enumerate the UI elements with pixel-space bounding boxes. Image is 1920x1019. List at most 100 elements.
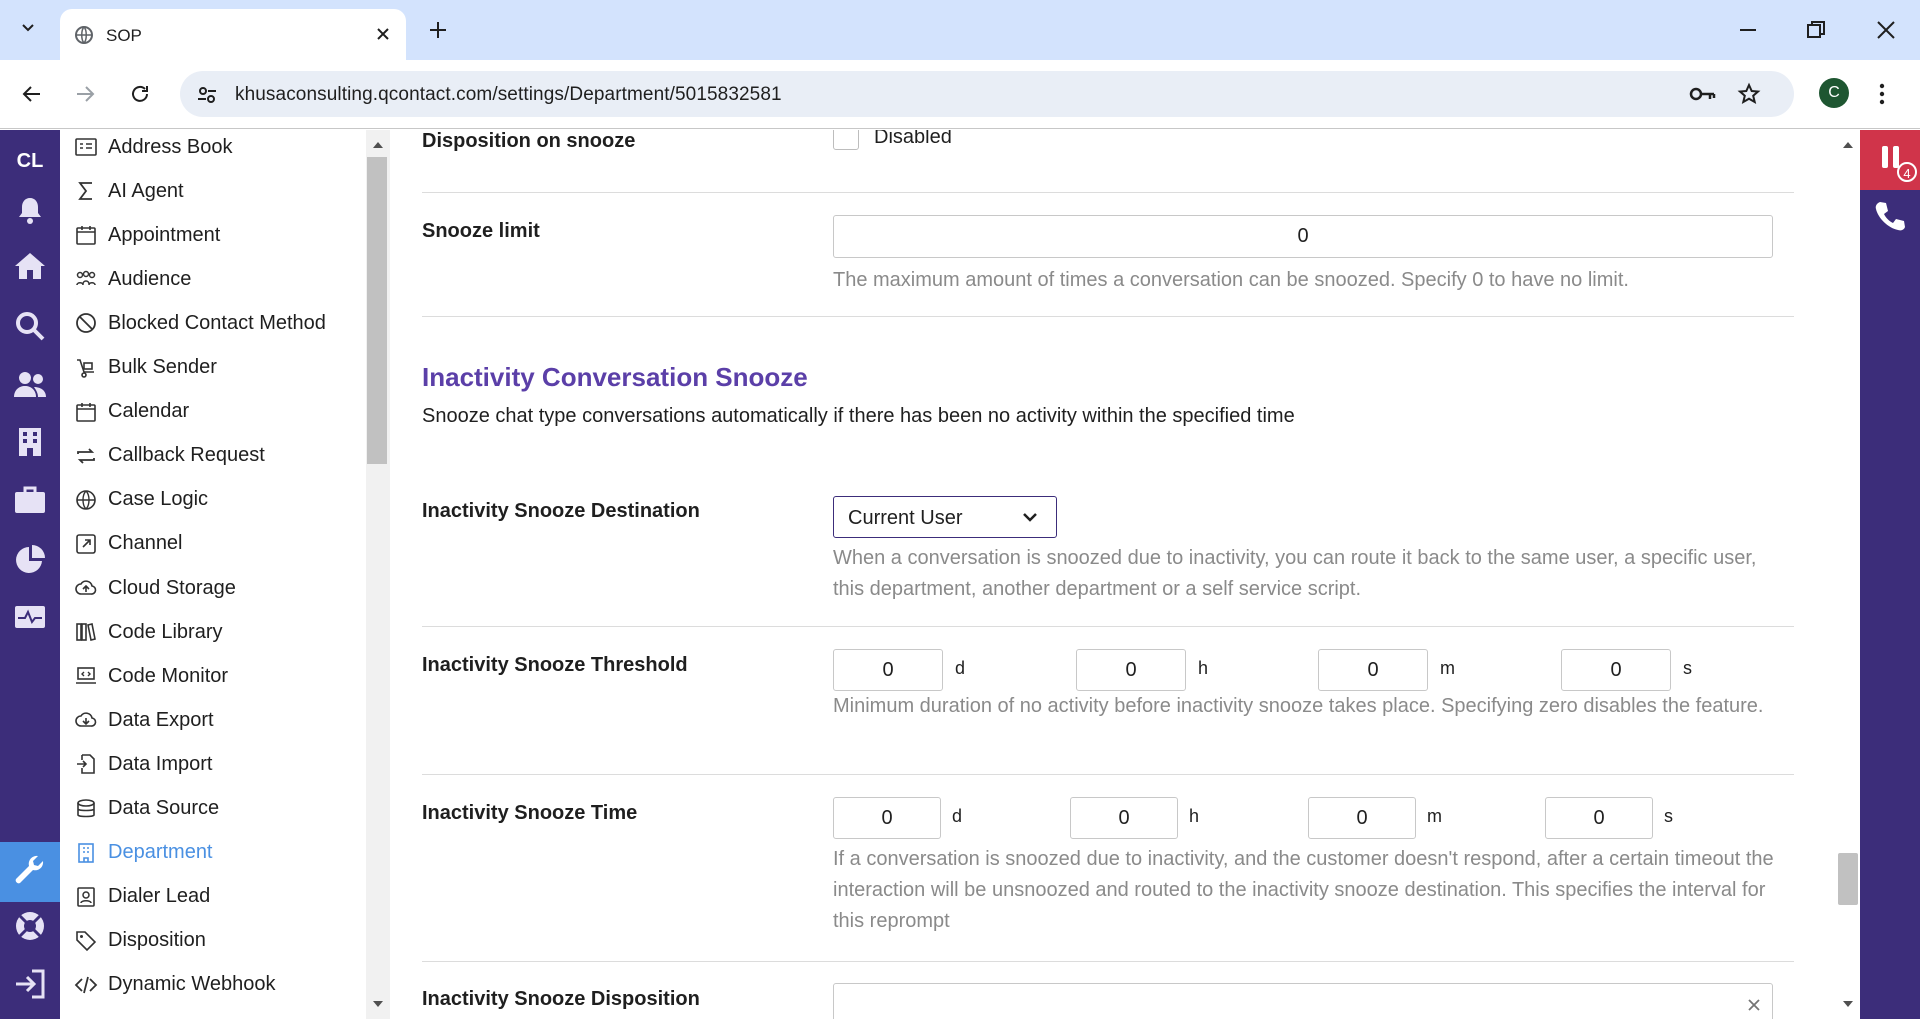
snooze-limit-input[interactable]: 0 [833, 215, 1773, 258]
sidebar-item-calendar[interactable]: Calendar [74, 397, 189, 427]
sidebar-item-dynamic-webhook[interactable]: Dynamic Webhook [74, 970, 275, 1000]
snooze-time-hours-input[interactable]: 0 [1070, 797, 1178, 839]
sidebar-item-label: Cloud Storage [108, 576, 236, 599]
logout-icon[interactable] [12, 966, 48, 1002]
disposition-select[interactable] [833, 983, 1773, 1019]
app-logo[interactable]: CL [0, 150, 60, 173]
sidebar-item-data-export[interactable]: Data Export [74, 705, 214, 735]
close-tab-icon[interactable] [372, 23, 394, 45]
back-icon[interactable] [20, 82, 44, 106]
sigma-icon [74, 179, 98, 203]
bell-icon[interactable] [12, 192, 48, 228]
threshold-help: Minimum duration of no activity before i… [833, 695, 1764, 717]
sidebar-item-label: Channel [108, 532, 183, 555]
restore-icon[interactable] [1804, 18, 1828, 42]
sidebar-item-label: Department [108, 841, 213, 864]
section-title: Inactivity Conversation Snooze [422, 362, 808, 392]
notification-badge: 4 [1897, 162, 1917, 182]
destination-select[interactable]: Current User [833, 496, 1057, 538]
sidebar-item-callback-request[interactable]: Callback Request [74, 441, 265, 471]
days-unit: d [952, 806, 963, 826]
minimize-icon[interactable] [1736, 18, 1760, 42]
profile-avatar[interactable]: C [1819, 78, 1849, 108]
books-icon [74, 620, 98, 644]
site-info-icon[interactable] [196, 84, 218, 106]
briefcase-icon[interactable] [12, 482, 48, 518]
sidebar-item-bulk-sender[interactable]: Bulk Sender [74, 353, 217, 383]
sidebar-item-appointment[interactable]: Appointment [74, 220, 220, 250]
globe-icon [74, 25, 94, 45]
threshold-hours-input[interactable]: 0 [1076, 649, 1186, 691]
bookmark-star-icon[interactable] [1737, 82, 1761, 106]
snooze-time-help: If a conversation is snoozed due to inac… [833, 848, 1774, 932]
pause-status-button[interactable]: 4 [1860, 130, 1920, 190]
pie-chart-icon[interactable] [12, 542, 48, 578]
calendar-icon [74, 223, 98, 247]
main-scroll-thumb[interactable] [1838, 853, 1858, 905]
address-book-icon [74, 135, 98, 159]
sidebar-item-label: Case Logic [108, 488, 209, 511]
sidebar-item-blocked-contact-method[interactable]: Blocked Contact Method [74, 308, 326, 338]
disposition-on-snooze-checkbox[interactable] [833, 130, 859, 150]
sidebar-item-label: Audience [108, 267, 192, 290]
settings-rail-active[interactable] [0, 842, 60, 902]
browser-menu-icon[interactable] [1878, 82, 1886, 106]
forward-icon[interactable] [73, 82, 97, 106]
dolly-icon [74, 356, 98, 380]
divider [422, 192, 1794, 193]
hours-unit: h [1198, 658, 1209, 678]
sidebar-item-ai-agent[interactable]: AI Agent [74, 176, 184, 206]
tab-title: SOP [106, 26, 142, 45]
sidebar-item-dialer-lead[interactable]: Dialer Lead [74, 882, 210, 912]
sidebar-item-department[interactable]: Department [74, 838, 213, 868]
sidebar-item-case-logic[interactable]: Case Logic [74, 485, 208, 515]
clear-icon[interactable] [1746, 997, 1762, 1013]
building-icon[interactable] [12, 424, 48, 460]
sidebar-item-cloud-storage[interactable]: Cloud Storage [74, 573, 236, 603]
snooze-time-seconds-input[interactable]: 0 [1545, 797, 1653, 839]
new-tab-icon[interactable] [426, 18, 450, 42]
sidebar-item-label: Bulk Sender [108, 356, 217, 378]
sidebar-item-label: Calendar [108, 400, 190, 423]
cloud-download-icon [74, 708, 98, 732]
block-icon [74, 311, 98, 335]
divider [422, 774, 1794, 775]
sidebar-item-code-library[interactable]: Code Library [74, 617, 223, 647]
sidebar-item-label: Callback Request [108, 444, 265, 467]
users-icon[interactable] [12, 366, 48, 402]
threshold-days-input[interactable]: 0 [833, 649, 943, 691]
reload-icon[interactable] [128, 82, 152, 106]
close-window-icon[interactable] [1874, 18, 1898, 42]
calendar-icon [74, 400, 98, 424]
address-bar[interactable]: khusaconsulting.qcontact.com/settings/De… [180, 71, 1794, 117]
sidebar-item-channel[interactable]: Channel [74, 529, 183, 559]
seconds-unit: s [1664, 806, 1673, 826]
monitor-pulse-icon[interactable] [12, 600, 48, 636]
external-link-icon [74, 532, 98, 556]
home-icon[interactable] [12, 248, 48, 284]
sidebar-item-data-source[interactable]: Data Source [74, 794, 219, 824]
password-key-icon[interactable] [1688, 83, 1716, 105]
threshold-label: Inactivity Snooze Threshold [422, 654, 688, 676]
sidebar-scroll-thumb[interactable] [367, 157, 387, 464]
disposition-on-snooze-status: Disabled [874, 130, 952, 148]
search-icon[interactable] [12, 308, 48, 344]
browser-tab[interactable]: SOP [60, 9, 406, 60]
tab-search-icon[interactable] [17, 17, 39, 39]
sidebar-item-label: AI Agent [108, 179, 184, 202]
snooze-time-days-input[interactable]: 0 [833, 797, 941, 839]
cloud-upload-icon [74, 576, 98, 600]
laptop-code-icon [74, 664, 98, 688]
threshold-seconds-input[interactable]: 0 [1561, 649, 1671, 691]
sidebar-item-disposition[interactable]: Disposition [74, 926, 206, 956]
sidebar-item-data-import[interactable]: Data Import [74, 749, 212, 779]
sidebar-item-audience[interactable]: Audience [74, 264, 191, 294]
phone-icon[interactable] [1872, 198, 1908, 234]
threshold-minutes-input[interactable]: 0 [1318, 649, 1428, 691]
snooze-limit-help: The maximum amount of times a conversati… [833, 269, 1629, 291]
browser-toolbar: khusaconsulting.qcontact.com/settings/De… [0, 60, 1920, 129]
help-lifebuoy-icon[interactable] [12, 908, 48, 944]
sidebar-item-code-monitor[interactable]: Code Monitor [74, 661, 228, 691]
sidebar-item-address-book[interactable]: Address Book [74, 132, 233, 162]
snooze-time-minutes-input[interactable]: 0 [1308, 797, 1416, 839]
